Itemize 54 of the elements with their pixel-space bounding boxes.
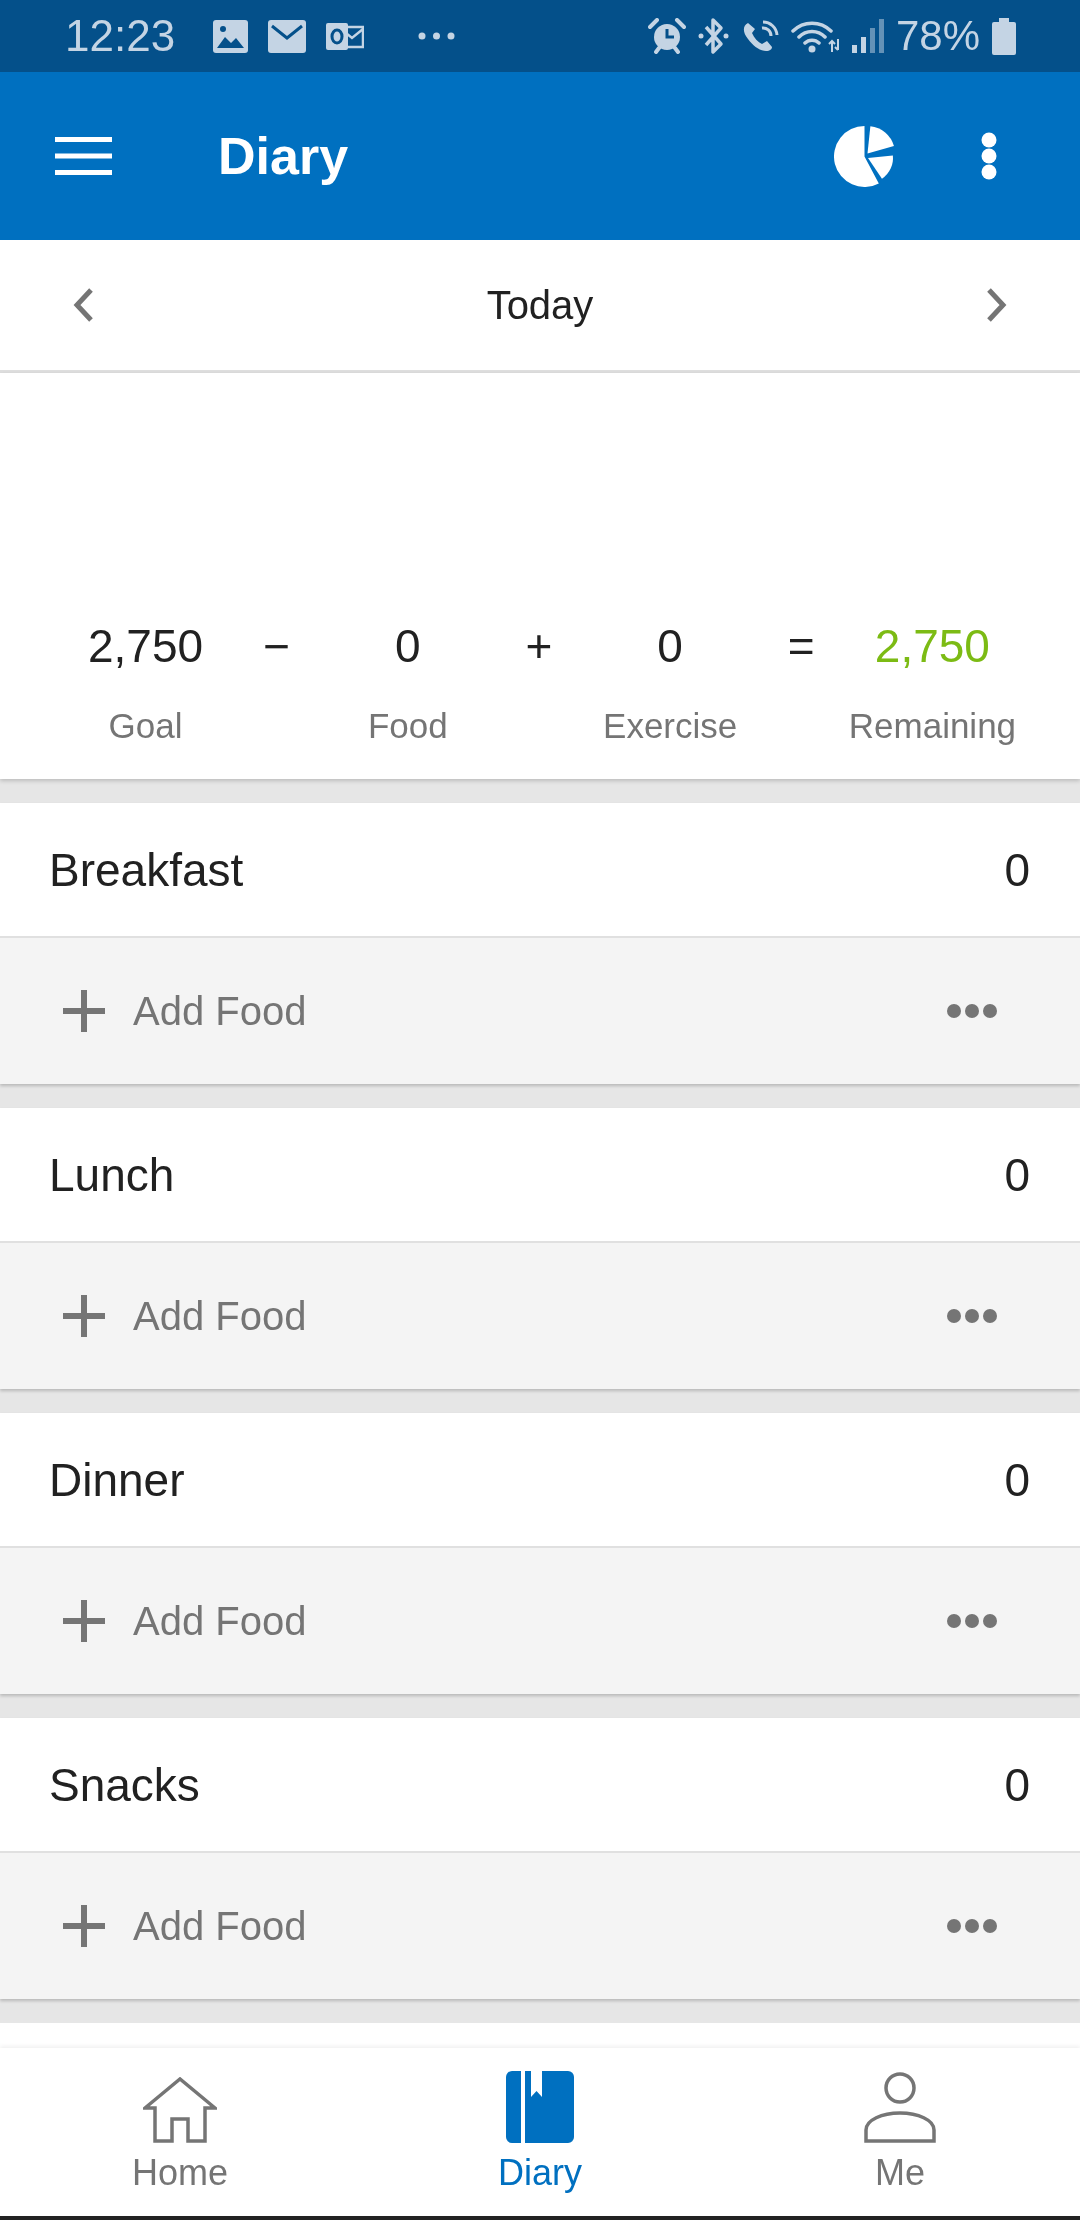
calorie-number: 2,750 [874,619,990,674]
battery-percent: 78% [895,15,980,57]
plus-icon [63,1600,105,1642]
nav-tab[interactable]: Diary [360,2048,720,2216]
home-icon [143,2077,217,2143]
plus-icon [63,1905,105,1947]
wifi-icon [790,19,840,53]
battery-icon [992,17,1016,55]
calorie-number: 0 [395,619,421,674]
more-options-icon[interactable] [981,132,997,180]
math-operator: = [787,619,815,674]
book-icon [506,2071,574,2143]
add-food-button[interactable]: Add Food [63,1293,307,1339]
mail-icon [268,19,307,53]
signal-icon [851,19,884,53]
pie-chart-icon[interactable] [834,125,895,187]
bluetooth-icon [697,17,729,55]
add-food-button[interactable]: Add Food [63,1903,307,1949]
calorie-label: Goal [108,706,183,746]
nav-tab[interactable]: Home [0,2048,360,2216]
chevron-right-icon[interactable] [985,287,1008,323]
status-time: 12:23 [65,14,176,58]
nav-tab[interactable]: Me [720,2048,1080,2216]
more-options-icon[interactable] [947,1919,997,1933]
calorie-label: Food [367,706,448,746]
meal-calories: 0 [1004,1147,1030,1202]
math-operator: + [525,619,553,674]
more-options-icon[interactable] [947,1004,997,1018]
meal-name: Breakfast [49,842,244,897]
plus-icon [63,1295,105,1337]
meal-calories: 0 [1004,842,1030,897]
person-icon [864,2072,936,2143]
menu-icon[interactable] [55,137,112,175]
add-food-button[interactable]: Add Food [63,988,307,1034]
alarm-clock-icon [647,18,686,54]
more-options-icon[interactable] [947,1614,997,1628]
meal-name: Snacks [49,1757,200,1812]
calorie-label: Exercise [603,706,738,746]
add-food-button[interactable]: Add Food [63,1598,307,1644]
date-label: Today [486,282,594,328]
image-icon [213,19,249,53]
meal-name: Dinner [49,1452,185,1507]
meal-name: Lunch [49,1147,175,1202]
app-title: Diary [218,125,349,187]
meal-calories: 0 [1004,1452,1030,1507]
calorie-number: 2,750 [88,619,204,674]
calorie-number: 0 [657,619,683,674]
calorie-label: Remaining [848,706,1017,746]
meal-calories: 0 [1004,1757,1030,1812]
math-operator: − [263,619,291,674]
more-notifications-icon [418,32,456,40]
more-options-icon[interactable] [947,1309,997,1323]
plus-icon [63,990,105,1032]
chevron-left-icon[interactable] [72,287,95,323]
